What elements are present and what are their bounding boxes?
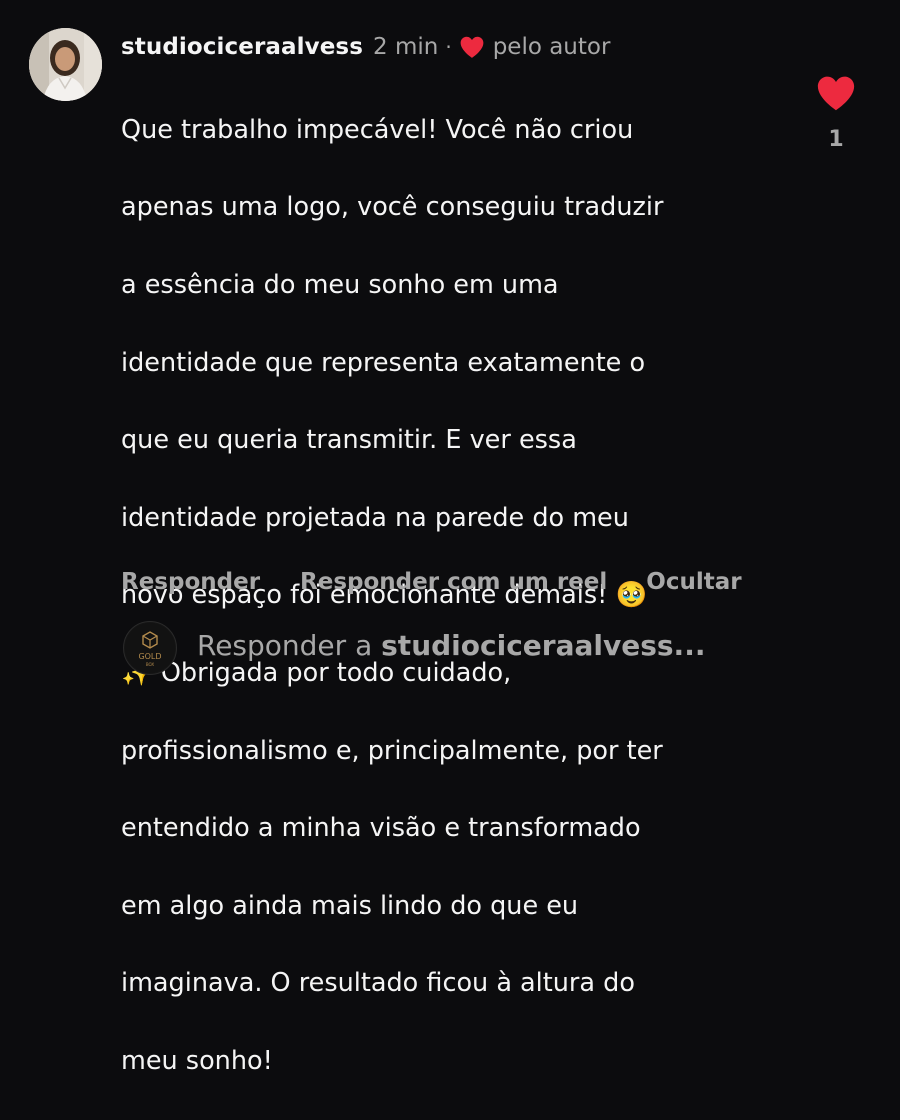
- reply-bar: GOLD BOX Responder a studiociceraalvess.…: [0, 615, 900, 682]
- username[interactable]: studiociceraalvess: [121, 34, 363, 60]
- comment-header: studiociceraalvess 2 min · pelo autor: [121, 30, 610, 64]
- reply-input-target: studiociceraalvess...: [381, 629, 706, 662]
- svg-text:GOLD: GOLD: [138, 652, 161, 661]
- comment: studiociceraalvess 2 min · pelo autor Qu…: [0, 0, 900, 1076]
- author-liked-label: pelo autor: [492, 34, 611, 60]
- separator: ·: [445, 35, 452, 59]
- comment-line: que eu queria transmitir. E ver essa: [121, 425, 577, 456]
- svg-text:BOX: BOX: [146, 662, 155, 667]
- reply-input-prefix: Responder a: [197, 629, 382, 662]
- reply-input[interactable]: Responder a studiociceraalvess...: [197, 629, 705, 662]
- heart-icon: [459, 35, 485, 59]
- comment-line: identidade que representa exatamente o: [121, 347, 646, 378]
- comment-line: a essência do meu sonho em uma: [121, 269, 559, 300]
- reply-with-reel-button[interactable]: Responder com um reel: [300, 569, 607, 595]
- like-button[interactable]: [815, 74, 857, 112]
- comment-line: apenas uma logo, você conseguiu traduzir: [121, 192, 664, 223]
- like-count: 1: [828, 127, 844, 152]
- current-user-avatar: GOLD BOX: [123, 621, 177, 675]
- gold-box-logo: GOLD BOX: [125, 623, 175, 673]
- hide-button[interactable]: Ocultar: [646, 569, 741, 595]
- timestamp: 2 min: [373, 34, 439, 60]
- comment-line: identidade projetada na parede do meu: [121, 502, 629, 533]
- comment-actions: Responder Responder com um reel Ocultar: [121, 564, 742, 600]
- comment-line: meu sonho!: [121, 1045, 273, 1076]
- comment-line: em algo ainda mais lindo do que eu: [121, 890, 579, 921]
- comment-line: Que trabalho impecável! Você não criou: [121, 114, 634, 145]
- comment-line: entendido a minha visão e transformado: [121, 813, 641, 844]
- avatar[interactable]: [29, 28, 102, 101]
- reply-button[interactable]: Responder: [121, 569, 260, 595]
- comment-line: profissionalismo e, principalmente, por …: [121, 735, 663, 766]
- comment-line: imaginava. O resultado ficou à altura do: [121, 968, 635, 999]
- avatar-image: [29, 28, 102, 101]
- heart-filled-icon: [817, 76, 855, 111]
